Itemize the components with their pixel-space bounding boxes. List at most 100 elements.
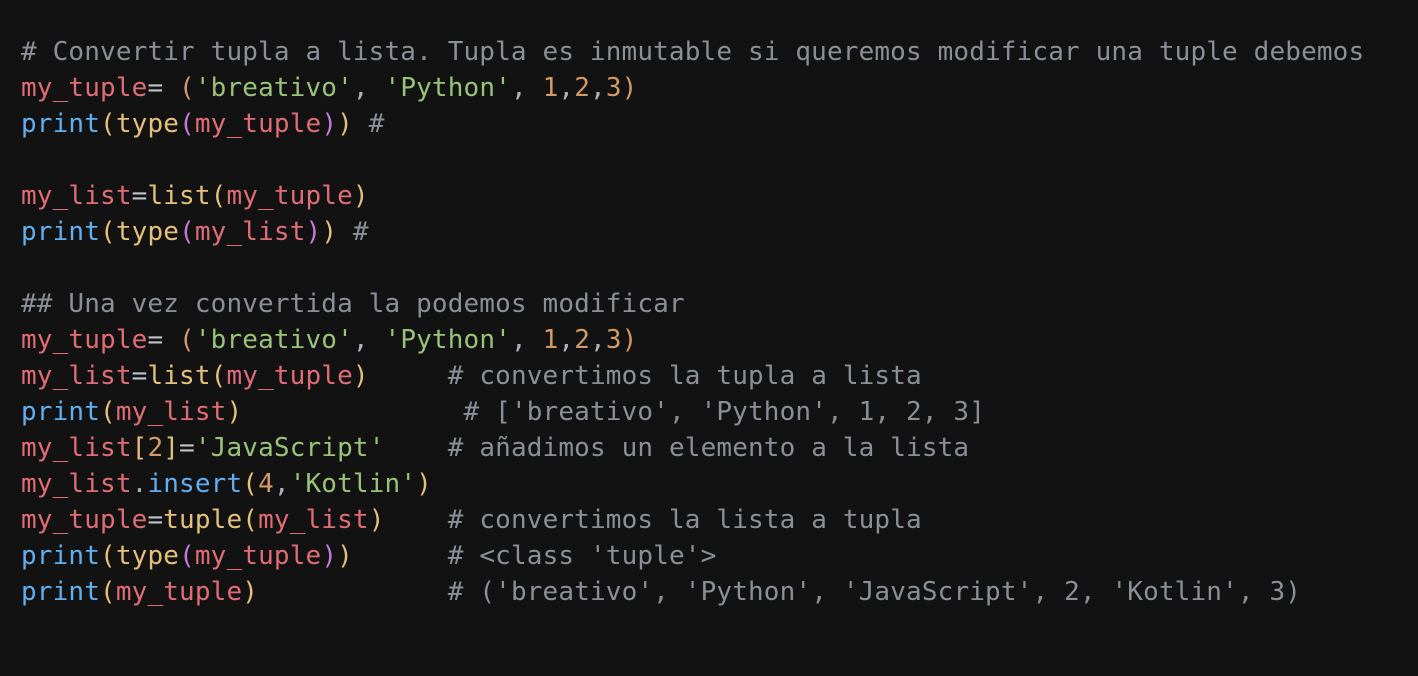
code-token-variable: my_list bbox=[21, 181, 132, 211]
code-line: my_tuple=tuple(my_list) # convertimos la… bbox=[21, 502, 1364, 538]
code-token-function: ) bbox=[416, 469, 432, 499]
code-token-function: list bbox=[147, 181, 211, 211]
code-token-function: ( bbox=[100, 541, 116, 571]
code-line: my_list.insert(4,'Kotlin') bbox=[21, 466, 1364, 502]
code-token-number: ) bbox=[621, 325, 638, 355]
code-token-variable: my_tuple bbox=[226, 181, 353, 211]
code-token-paren: ( bbox=[179, 541, 195, 571]
code-token-punct: , bbox=[352, 73, 385, 103]
code-token-punct: , bbox=[510, 325, 543, 355]
code-token-comment: # convertimos la tupla a lista bbox=[368, 361, 922, 391]
code-token-variable: my_tuple bbox=[226, 361, 353, 391]
code-token-builtin: print bbox=[21, 217, 101, 247]
code-token-number: ( bbox=[179, 73, 195, 103]
code-token-function: type bbox=[115, 217, 180, 247]
code-token-punct: , bbox=[558, 325, 575, 355]
code-token-function: ( bbox=[210, 181, 227, 211]
code-token-function: ) bbox=[368, 505, 385, 535]
code-token-variable: my_list bbox=[194, 217, 306, 247]
code-editor[interactable]: # Convertir tupla a lista. Tupla es inmu… bbox=[0, 0, 1418, 676]
code-token-comment: # Convertir tupla a lista. Tupla es inmu… bbox=[21, 37, 1365, 67]
code-token-function: ( bbox=[100, 577, 116, 607]
code-token-number: 3 bbox=[605, 325, 622, 355]
code-token-function: ) bbox=[337, 109, 353, 139]
code-line: # Convertir tupla a lista. Tupla es inmu… bbox=[21, 34, 1364, 70]
code-line: my_list=list(my_tuple) bbox=[21, 178, 1364, 214]
code-line: print(my_tuple) # ('breativo', 'Python',… bbox=[21, 574, 1364, 610]
code-token-comment: # bbox=[337, 217, 369, 247]
code-token-punct: , bbox=[590, 325, 606, 355]
code-token-variable: my_list bbox=[21, 361, 132, 391]
code-token-function: ( bbox=[100, 397, 116, 427]
code-token-function: ( bbox=[100, 109, 116, 139]
code-token-builtin: print bbox=[21, 541, 101, 571]
code-token-variable: my_list bbox=[21, 433, 132, 463]
code-token-function: ) bbox=[352, 181, 369, 211]
code-token-paren: ) bbox=[321, 541, 338, 571]
code-token-string: 'Python' bbox=[384, 325, 511, 355]
code-token-comment: # ['breativo', 'Python', 1, 2, 3] bbox=[242, 397, 986, 427]
code-token-paren: ( bbox=[179, 109, 195, 139]
code-token-function: ) bbox=[337, 541, 353, 571]
code-token-function: ] bbox=[163, 433, 180, 463]
code-token-string: 'Python' bbox=[384, 73, 511, 103]
code-token-function: ) bbox=[352, 361, 369, 391]
code-token-punct: , bbox=[558, 73, 575, 103]
code-token-punct: . bbox=[131, 469, 148, 499]
code-line: print(type(my_list)) # bbox=[21, 214, 1364, 250]
code-token-function: list bbox=[147, 361, 211, 391]
code-token-punct: , bbox=[510, 73, 543, 103]
code-token-comment: # ('breativo', 'Python', 'JavaScript', 2… bbox=[258, 577, 1302, 607]
code-token-paren: ( bbox=[179, 217, 195, 247]
code-token-variable: my_list bbox=[258, 505, 369, 535]
code-line: my_tuple= ('breativo', 'Python', 1,2,3) bbox=[21, 322, 1364, 358]
code-token-function: type bbox=[115, 109, 180, 139]
code-token-function: tuple bbox=[163, 505, 243, 535]
code-token-punct: , bbox=[352, 325, 385, 355]
code-token-builtin: insert bbox=[147, 469, 243, 499]
code-token-variable: my_tuple bbox=[115, 577, 243, 607]
code-token-operator: = bbox=[147, 505, 164, 535]
code-token-number: 2 bbox=[147, 433, 164, 463]
code-token-comment: # añadimos un elemento a la lista bbox=[384, 433, 970, 463]
code-line: my_list=list(my_tuple) # convertimos la … bbox=[21, 358, 1364, 394]
code-token-number: 2 bbox=[574, 325, 590, 355]
code-token-number: 2 bbox=[574, 73, 590, 103]
code-token-function: ( bbox=[210, 361, 227, 391]
code-token-number: 3 bbox=[605, 73, 622, 103]
code-token-comment: ## Una vez convertida la podemos modific… bbox=[21, 289, 685, 319]
code-token-function: ) bbox=[226, 397, 243, 427]
code-token-function: ( bbox=[242, 505, 259, 535]
code-token-function: ) bbox=[242, 577, 259, 607]
code-token-variable: my_tuple bbox=[194, 541, 322, 571]
code-token-function: ( bbox=[242, 469, 259, 499]
code-token-variable: my_list bbox=[115, 397, 227, 427]
code-token-punct: , bbox=[273, 469, 290, 499]
code-token-function: [ bbox=[131, 433, 148, 463]
code-token-comment: # convertimos la lista a tupla bbox=[384, 505, 922, 535]
code-token-variable: my_tuple bbox=[21, 73, 148, 103]
code-token-comment: # bbox=[352, 109, 385, 139]
code-token-operator: = bbox=[131, 361, 148, 391]
code-block[interactable]: # Convertir tupla a lista. Tupla es inmu… bbox=[21, 34, 1364, 610]
code-token-builtin: print bbox=[21, 109, 101, 139]
code-line: my_list[2]='JavaScript' # añadimos un el… bbox=[21, 430, 1364, 466]
code-token-number: 1 bbox=[542, 73, 559, 103]
code-token-builtin: print bbox=[21, 397, 101, 427]
code-token-variable: my_list bbox=[21, 469, 132, 499]
code-token-operator: = bbox=[147, 73, 180, 103]
code-token-string: 'JavaScript' bbox=[194, 433, 385, 463]
code-token-string: 'Kotlin' bbox=[289, 469, 417, 499]
code-token-comment: # <class 'tuple'> bbox=[352, 541, 717, 571]
code-line: print(type(my_tuple)) # <class 'tuple'> bbox=[21, 538, 1364, 574]
code-line: print(my_list) # ['breativo', 'Python', … bbox=[21, 394, 1364, 430]
code-token-operator: = bbox=[131, 181, 148, 211]
code-token-number: ) bbox=[621, 73, 638, 103]
code-token-string: 'breativo' bbox=[194, 73, 353, 103]
code-token-builtin: print bbox=[21, 577, 101, 607]
code-token-number: 4 bbox=[258, 469, 274, 499]
code-token-number: ( bbox=[179, 325, 195, 355]
code-token-operator: = bbox=[147, 325, 180, 355]
